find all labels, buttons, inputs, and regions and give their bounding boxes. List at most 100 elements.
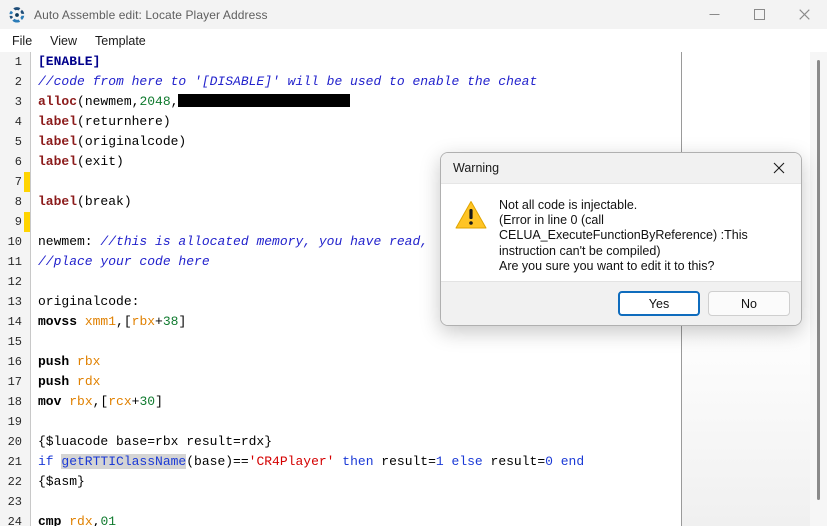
line-number: 12 <box>7 275 22 289</box>
alloc-args-token: (newmem, <box>77 94 140 109</box>
line-number: 16 <box>7 355 22 369</box>
lua-then-token: then <box>334 454 382 469</box>
label-keyword-token: label <box>38 194 78 209</box>
code-line-16[interactable]: push rbx <box>31 352 681 372</box>
maximize-button[interactable] <box>737 0 782 29</box>
code-line-1[interactable]: [ENABLE] <box>31 52 681 72</box>
menu-view[interactable]: View <box>41 32 86 50</box>
line-number: 18 <box>7 395 22 409</box>
mnemonic-token: mov <box>38 394 70 409</box>
code-line-3[interactable]: alloc(newmem,2048,REDACTED-ADDRESS-VALUE <box>31 92 681 112</box>
label-keyword-token: label <box>38 134 78 149</box>
register-token: rbx <box>69 394 93 409</box>
code-line-18[interactable]: mov rbx,[rcx+30] <box>31 392 681 412</box>
line-number: 14 <box>7 315 22 329</box>
line-number: 5 <box>14 135 22 149</box>
menu-file[interactable]: File <box>3 32 41 50</box>
line-number: 15 <box>7 335 22 349</box>
code-line-24[interactable]: cmp rdx,01 <box>31 512 681 526</box>
comment-token: //place your code here <box>38 254 210 269</box>
separator-token: ,[ <box>116 314 132 329</box>
mnemonic-token: movss <box>38 314 85 329</box>
close-button[interactable] <box>782 0 827 29</box>
code-line-4[interactable]: label(returnhere) <box>31 112 681 132</box>
line-number: 17 <box>7 375 22 389</box>
asm-directive-token: {$asm} <box>38 474 85 489</box>
separator-token: ,[ <box>92 394 109 409</box>
menu-template[interactable]: Template <box>86 32 155 50</box>
comment-token: //this is allocated memory, you have rea… <box>100 234 429 249</box>
plus-token: + <box>155 314 163 329</box>
lua-result-token: result= <box>381 454 436 469</box>
minimize-button[interactable] <box>692 0 737 29</box>
code-line-2[interactable]: //code from here to '[DISABLE]' will be … <box>31 72 681 92</box>
lua-function-token: getRTTIClassName <box>61 454 187 469</box>
menubar: File View Template <box>0 29 827 53</box>
code-line-15[interactable] <box>31 332 681 352</box>
code-line-5[interactable]: label(originalcode) <box>31 132 681 152</box>
line-number: 7 <box>0 172 30 192</box>
warning-triangle-icon <box>455 201 487 229</box>
dialog-message: Not all code is injectable. (Error in li… <box>499 198 748 273</box>
code-line-17[interactable]: push rdx <box>31 372 681 392</box>
line-number-gutter: 1 2 3 4 5 6 7 8 9 10 11 12 13 14 15 16 1… <box>0 52 31 526</box>
no-button[interactable]: No <box>708 291 790 316</box>
line-number: 3 <box>14 95 22 109</box>
yes-button[interactable]: Yes <box>618 291 700 316</box>
code-line-22[interactable]: {$asm} <box>31 472 681 492</box>
dialog-close-button[interactable] <box>757 153 801 183</box>
lua-args-token: (base)== <box>186 454 249 469</box>
lua-number-token: 0 <box>545 454 553 469</box>
line-number: 6 <box>14 155 22 169</box>
line-number: 13 <box>7 295 22 309</box>
redacted-address-bar: REDACTED-ADDRESS-VALUE <box>178 94 351 107</box>
immediate-token: 01 <box>100 514 117 526</box>
enable-section-token: [ENABLE] <box>38 54 101 69</box>
luacode-open-token: {$luacode base=rbx result=rdx} <box>38 434 273 449</box>
originalcode-label-token: originalcode: <box>38 294 140 309</box>
register-token: rcx <box>108 394 132 409</box>
alloc-keyword-token: alloc <box>38 94 78 109</box>
vertical-scrollbar[interactable] <box>810 52 827 526</box>
dialog-title: Warning <box>453 161 500 175</box>
window-title: Auto Assemble edit: Locate Player Addres… <box>34 7 268 22</box>
lua-if-token: if <box>38 454 62 469</box>
line-number: 20 <box>7 435 22 449</box>
line-number: 23 <box>7 495 22 509</box>
lua-number-token: 1 <box>435 454 444 469</box>
titlebar: Auto Assemble edit: Locate Player Addres… <box>0 0 827 30</box>
register-token: xmm1 <box>84 314 117 329</box>
register-token: rdx <box>77 374 101 389</box>
line-number: 8 <box>14 195 22 209</box>
line-number: 22 <box>7 475 22 489</box>
code-line-21[interactable]: if getRTTIClassName(base)=='CR4Player' t… <box>31 452 681 472</box>
minimize-icon <box>709 14 720 15</box>
bracket-token: ] <box>178 314 187 329</box>
lua-end-token: end <box>552 454 585 469</box>
alloc-size-token: 2048 <box>139 94 171 109</box>
code-line-20[interactable]: {$luacode base=rbx result=rdx} <box>31 432 681 452</box>
cheat-engine-icon <box>9 6 25 23</box>
code-line-19[interactable] <box>31 412 681 432</box>
window-controls <box>692 0 827 29</box>
mnemonic-token: push <box>38 374 78 389</box>
line-number: 4 <box>14 115 22 129</box>
lua-string-token: 'CR4Player' <box>248 454 335 469</box>
warning-dialog: Warning Not all code is injectable. (Err… <box>440 152 802 326</box>
dialog-titlebar: Warning <box>441 153 801 184</box>
line-number: 9 <box>0 212 30 232</box>
code-line-23[interactable] <box>31 492 681 512</box>
label-arg-token: (returnhere) <box>77 114 171 129</box>
line-number: 2 <box>14 75 22 89</box>
lua-result-token: result= <box>490 454 546 469</box>
offset-token: 38 <box>162 314 179 329</box>
newmem-label-token: newmem: <box>38 234 101 249</box>
line-number: 11 <box>7 255 22 269</box>
line-number: 19 <box>7 415 22 429</box>
dialog-body: Not all code is injectable. (Error in li… <box>441 184 801 281</box>
line-number: 21 <box>7 455 22 469</box>
comma-token: , <box>170 94 179 109</box>
register-token: rbx <box>131 314 156 329</box>
vertical-scrollbar-thumb[interactable] <box>817 60 820 500</box>
bracket-token: ] <box>155 394 163 409</box>
